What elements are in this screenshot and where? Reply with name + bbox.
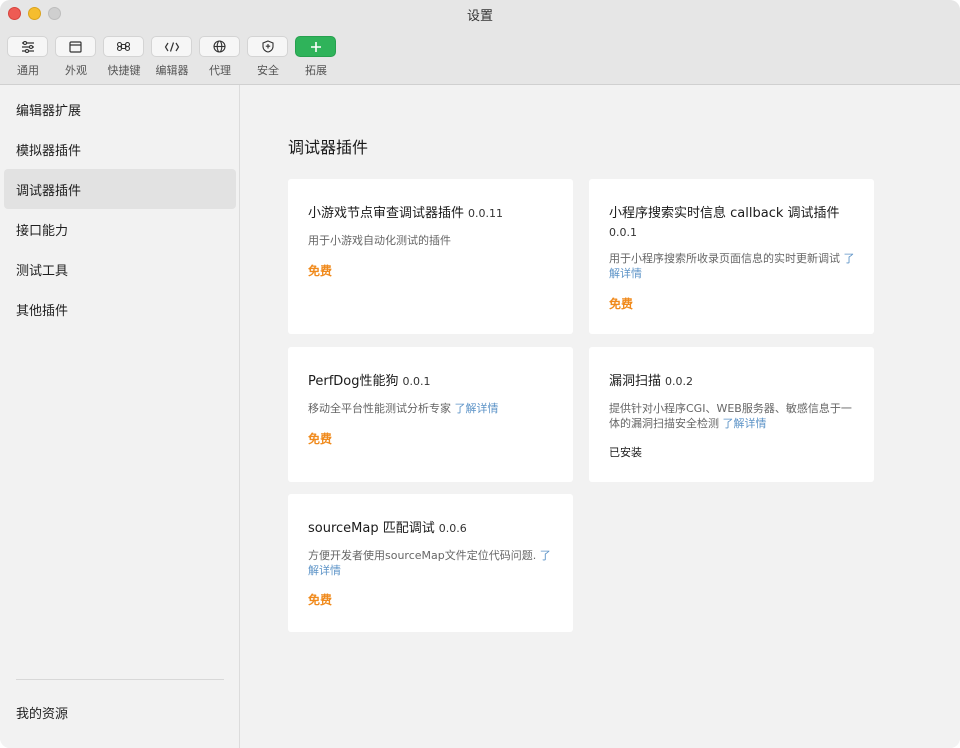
toolbar-extensions-label: 拓展	[305, 64, 327, 77]
plugin-card[interactable]: 漏洞扫描 0.0.2 提供针对小程序CGI、WEB服务器、敏感信息于一体的漏洞扫描…	[589, 347, 874, 482]
toolbar-editor-button[interactable]	[151, 36, 192, 57]
toolbar: 通用 外观 快捷键 编辑器 代理 安全 拓展	[0, 28, 960, 85]
toolbar-item-shortcuts[interactable]: 快捷键	[103, 36, 145, 78]
sidebar: 编辑器扩展 模拟器插件 调试器插件 接口能力 测试工具 其他插件 我的资源	[0, 85, 240, 748]
code-icon	[164, 41, 179, 52]
toolbar-proxy-button[interactable]	[199, 36, 240, 57]
page-title: 调试器插件	[288, 138, 369, 157]
plugin-name: 小游戏节点审查调试器插件	[308, 206, 465, 221]
plugin-installed-status: 已安装	[609, 446, 642, 459]
plugin-description-text: 移动全平台性能测试分析专家	[308, 402, 451, 415]
plugin-version: 0.0.11	[468, 207, 504, 220]
shield-icon	[261, 40, 274, 53]
plugin-name: sourceMap 匹配调试	[308, 521, 435, 536]
globe-icon	[213, 40, 226, 53]
toolbar-security-button[interactable]	[247, 36, 288, 57]
plugin-title: PerfDog性能狗 0.0.1	[308, 372, 555, 391]
toolbar-security-label: 安全	[257, 64, 279, 77]
toolbar-proxy-label: 代理	[209, 64, 231, 77]
plugin-name: 漏洞扫描	[609, 374, 662, 389]
command-icon	[117, 41, 130, 52]
plugin-description: 提供针对小程序CGI、WEB服务器、敏感信息于一体的漏洞扫描安全检测 了解详情	[609, 401, 856, 431]
sidebar-item-editor-extensions[interactable]: 编辑器扩展	[4, 89, 236, 129]
plugin-version: 0.0.1	[609, 226, 637, 239]
learn-more-link[interactable]: 了解详情	[723, 417, 767, 430]
plugin-title: 小程序搜索实时信息 callback 调试插件 0.0.1	[609, 204, 856, 242]
plugin-version: 0.0.1	[402, 375, 431, 388]
title-bar: 设置	[0, 0, 960, 28]
toolbar-shortcuts-button[interactable]	[103, 36, 144, 57]
toolbar-extensions-button[interactable]	[295, 36, 336, 57]
toolbar-item-editor[interactable]: 编辑器	[151, 36, 193, 78]
plugin-name: PerfDog性能狗	[308, 374, 399, 389]
plugin-version: 0.0.6	[438, 522, 467, 535]
toolbar-general-label: 通用	[17, 64, 39, 77]
plugin-card[interactable]: PerfDog性能狗 0.0.1 移动全平台性能测试分析专家 了解详情 免费	[288, 347, 573, 482]
plugin-description: 方便开发者使用sourceMap文件定位代码问题. 了解详情	[308, 548, 555, 578]
sliders-icon	[21, 40, 34, 53]
toolbar-appearance-button[interactable]	[55, 36, 96, 57]
plugin-title: sourceMap 匹配调试 0.0.6	[308, 519, 555, 538]
toolbar-item-proxy[interactable]: 代理	[199, 36, 241, 78]
sidebar-item-other-plugins[interactable]: 其他插件	[4, 289, 236, 329]
plugin-name: 小程序搜索实时信息 callback 调试插件	[609, 206, 840, 221]
sidebar-item-api-capabilities[interactable]: 接口能力	[4, 209, 236, 249]
settings-window: 设置 通用 外观 快捷键 编辑器 代理 安全 拓展 编辑器扩展 模拟器插件 调试…	[0, 0, 960, 748]
toolbar-item-security[interactable]: 安全	[247, 36, 289, 78]
learn-more-link[interactable]: 了解详情	[455, 402, 499, 415]
plugin-version: 0.0.2	[665, 375, 694, 388]
plugin-price[interactable]: 免费	[308, 430, 332, 447]
sidebar-item-test-tools[interactable]: 测试工具	[4, 249, 236, 289]
plugin-description: 用于小程序搜索所收录页面信息的实时更新调试 了解详情	[609, 251, 856, 281]
plugin-price[interactable]: 免费	[308, 262, 332, 279]
sidebar-divider	[16, 679, 224, 680]
plugin-price[interactable]: 免费	[609, 295, 633, 312]
sidebar-item-debugger-plugins[interactable]: 调试器插件	[4, 169, 236, 209]
plugin-description-text: 方便开发者使用sourceMap文件定位代码问题.	[308, 549, 537, 562]
toolbar-item-extensions[interactable]: 拓展	[295, 36, 337, 78]
toolbar-shortcuts-label: 快捷键	[107, 64, 141, 77]
plugin-title: 漏洞扫描 0.0.2	[609, 372, 856, 391]
window-title: 设置	[466, 9, 493, 24]
plugin-title: 小游戏节点审查调试器插件 0.0.11	[308, 204, 555, 223]
plugin-card[interactable]: sourceMap 匹配调试 0.0.6 方便开发者使用sourceMap文件定位…	[288, 494, 573, 632]
main-panel: 调试器插件 小游戏节点审查调试器插件 0.0.11 用于小游戏自动化测试的插件 免…	[241, 85, 960, 748]
plus-icon	[310, 41, 321, 52]
window-icon	[69, 40, 82, 53]
plugin-description: 移动全平台性能测试分析专家 了解详情	[308, 401, 555, 416]
toolbar-editor-label: 编辑器	[155, 64, 189, 77]
toolbar-appearance-label: 外观	[65, 64, 87, 77]
plugin-description-text: 用于小程序搜索所收录页面信息的实时更新调试	[609, 252, 840, 265]
plugin-price[interactable]: 免费	[308, 591, 332, 608]
plugin-card[interactable]: 小程序搜索实时信息 callback 调试插件 0.0.1 用于小程序搜索所收录页…	[589, 179, 874, 334]
plugin-description: 用于小游戏自动化测试的插件	[308, 234, 451, 247]
toolbar-item-appearance[interactable]: 外观	[55, 36, 97, 78]
toolbar-general-button[interactable]	[7, 36, 48, 57]
sidebar-item-my-resources[interactable]: 我的资源	[4, 692, 236, 732]
toolbar-item-general[interactable]: 通用	[7, 36, 49, 78]
plugin-card[interactable]: 小游戏节点审查调试器插件 0.0.11 用于小游戏自动化测试的插件 免费	[288, 179, 573, 334]
sidebar-item-simulator-plugins[interactable]: 模拟器插件	[4, 129, 236, 169]
